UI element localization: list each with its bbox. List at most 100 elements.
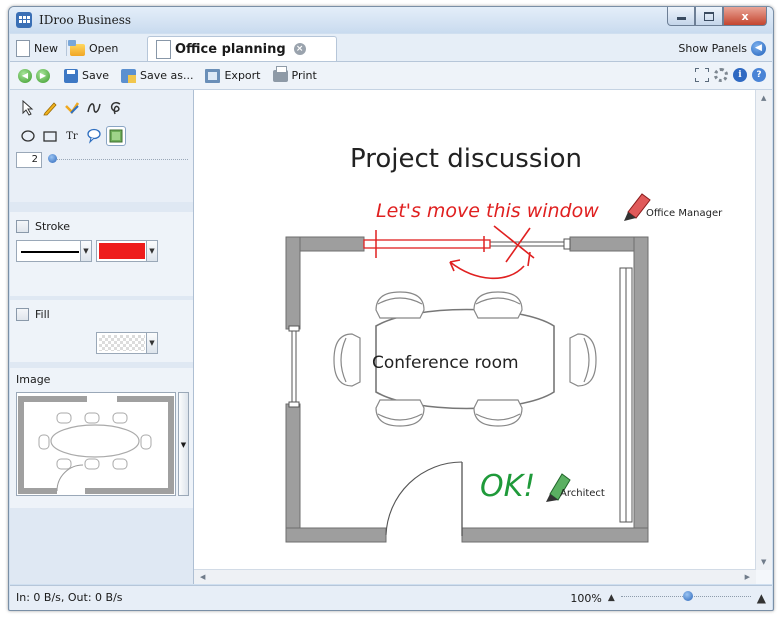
text-tool-button[interactable]: Tr — [62, 126, 82, 146]
ellipse-tool-button[interactable] — [18, 126, 38, 146]
red-annotation[interactable]: Let's move this window — [376, 200, 599, 222]
scroll-down-arrow-icon[interactable]: ▼ — [761, 558, 766, 566]
image-icon — [109, 129, 123, 143]
forward-button[interactable]: ▶ — [36, 68, 50, 83]
top-window — [484, 238, 571, 250]
new-label: New — [34, 42, 58, 55]
new-tab-button[interactable]: New — [16, 37, 58, 60]
stroke-label: Stroke — [35, 220, 71, 233]
save-as-button[interactable]: Save as... — [121, 68, 193, 83]
pointer-icon — [22, 100, 34, 116]
save-button[interactable]: Save — [64, 68, 110, 83]
document-icon — [156, 39, 171, 59]
image-tool-button[interactable] — [106, 126, 126, 146]
stroke-width-input[interactable]: 2 — [16, 152, 42, 168]
rectangle-icon — [43, 131, 57, 142]
curve-icon — [87, 103, 101, 113]
zoom-in-icon[interactable]: ▲ — [757, 591, 766, 605]
highlighter-tool-button[interactable] — [62, 98, 82, 118]
image-thumbnail[interactable] — [16, 392, 176, 496]
red-window-proposal — [363, 225, 535, 280]
zoom-out-icon[interactable]: ▲ — [608, 593, 615, 603]
maximize-button[interactable] — [695, 7, 723, 26]
app-logo-icon — [16, 12, 32, 28]
scroll-right-arrow-icon[interactable]: ▶ — [745, 573, 750, 581]
pencil-icon — [43, 102, 57, 116]
fill-section: Fill ▼ — [10, 300, 193, 362]
stroke-color-dropdown[interactable]: ▼ — [96, 240, 158, 262]
window-controls: x — [667, 7, 767, 26]
freeform-tool-button[interactable] — [106, 98, 126, 118]
fullscreen-icon[interactable] — [695, 68, 709, 82]
line-style-preview — [21, 251, 79, 253]
tab-office-planning[interactable]: Office planning × — [147, 36, 337, 61]
vertical-scrollbar[interactable]: ▲ ▼ — [755, 90, 772, 570]
floorplan-thumbnail-image — [18, 396, 174, 494]
info-icon[interactable]: i — [733, 68, 747, 82]
arrow-left-icon: ◀ — [751, 41, 766, 56]
image-dropdown-button[interactable]: ▼ — [178, 392, 189, 496]
app-window: IDroo Business x New Open Office plannin… — [8, 6, 774, 611]
horizontal-scrollbar[interactable]: ◀ ▶ — [194, 569, 756, 584]
image-label: Image — [16, 373, 51, 386]
chevron-down-icon: ▼ — [146, 241, 157, 261]
image-section: Image ▼ — [10, 368, 193, 508]
close-button[interactable]: x — [723, 7, 767, 26]
scroll-up-arrow-icon[interactable]: ▲ — [761, 94, 766, 102]
print-label: Print — [291, 69, 317, 82]
tab-label: Office planning — [175, 41, 286, 57]
fill-checkbox[interactable] — [16, 308, 29, 321]
curve-tool-button[interactable] — [84, 98, 104, 118]
line-style-dropdown[interactable]: ▼ — [16, 240, 92, 262]
pencil-tool-button[interactable] — [40, 98, 60, 118]
pointer-tool-button[interactable] — [18, 98, 38, 118]
zoom-slider[interactable] — [620, 591, 751, 601]
whiteboard-canvas[interactable]: Project discussion Let's move this windo… — [194, 90, 756, 570]
zoom-control: 100% ▲ ▲ — [570, 591, 766, 605]
fill-pattern-preview — [99, 335, 145, 351]
office-manager-tag[interactable]: Office Manager — [646, 208, 723, 219]
open-button[interactable]: Open — [68, 37, 118, 60]
export-button[interactable]: Export — [205, 68, 261, 83]
scroll-left-arrow-icon[interactable]: ◀ — [200, 573, 205, 581]
status-bar: In: 0 B/s, Out: 0 B/s 100% ▲ ▲ — [10, 585, 772, 610]
architect-tag[interactable]: Architect — [560, 488, 605, 499]
drawing-tools: Tr Σ — [10, 90, 193, 202]
new-document-icon — [16, 40, 30, 57]
stroke-width-slider[interactable] — [50, 159, 188, 163]
stroke-checkbox-row[interactable]: Stroke — [16, 220, 70, 233]
stroke-checkbox[interactable] — [16, 220, 29, 233]
canvas-area: Project discussion Let's move this windo… — [194, 90, 772, 584]
export-icon — [205, 68, 221, 83]
rectangle-tool-button[interactable] — [40, 126, 60, 146]
fill-pattern-dropdown[interactable]: ▼ — [96, 332, 158, 354]
canvas-drawing: Project discussion Let's move this windo… — [285, 144, 723, 543]
help-icon[interactable]: ? — [752, 68, 766, 82]
tab-divider — [66, 40, 67, 56]
save-icon — [64, 68, 78, 83]
stroke-color-swatch — [99, 243, 145, 259]
canvas-heading[interactable]: Project discussion — [350, 144, 582, 174]
stroke-width-slider-thumb[interactable] — [48, 154, 57, 163]
maximize-icon — [704, 11, 714, 21]
save-label: Save — [82, 69, 110, 82]
callout-tool-button[interactable] — [84, 126, 104, 146]
room-label[interactable]: Conference room — [372, 353, 519, 373]
zoom-slider-thumb[interactable] — [682, 591, 693, 601]
fill-checkbox-row[interactable]: Fill — [16, 308, 50, 321]
ellipse-icon — [21, 130, 35, 142]
print-button[interactable]: Print — [272, 65, 317, 82]
tab-close-icon[interactable]: × — [293, 43, 306, 55]
settings-gear-icon[interactable] — [714, 68, 728, 82]
minimize-button[interactable] — [667, 7, 695, 26]
title-bar[interactable]: IDroo Business x — [9, 7, 773, 33]
stroke-section: Stroke ▼ ▼ — [10, 212, 193, 296]
main-toolbar: ◀ ▶ Save Save as... Export Print i ? — [10, 62, 772, 90]
traffic-status: In: 0 B/s, Out: 0 B/s — [16, 591, 123, 604]
show-panels-button[interactable]: Show Panels ◀ — [678, 41, 766, 56]
chevron-down-icon: ▼ — [80, 241, 91, 261]
window-title: IDroo Business — [39, 13, 132, 27]
back-button[interactable]: ◀ — [18, 68, 32, 83]
save-as-icon — [121, 68, 137, 83]
green-annotation[interactable]: OK! — [480, 469, 535, 504]
